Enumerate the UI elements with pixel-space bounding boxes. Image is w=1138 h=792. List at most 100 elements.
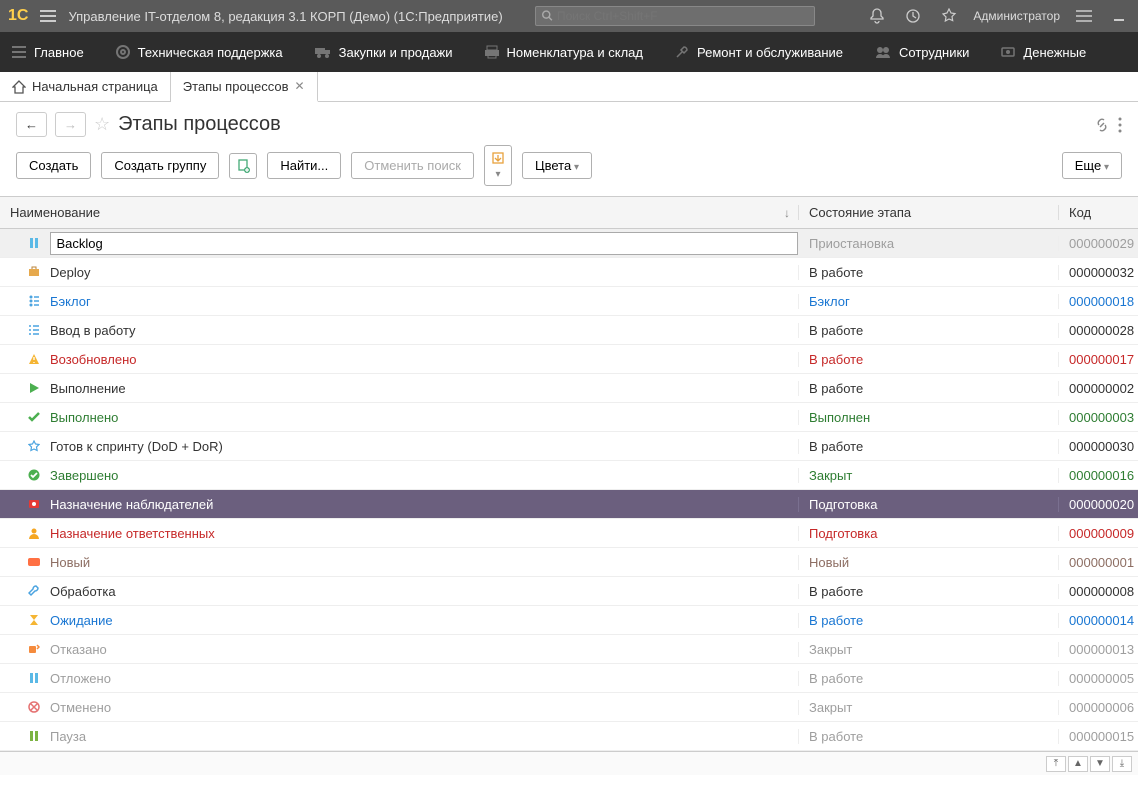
- row-icon: [26, 728, 42, 744]
- cell-state: Закрыт: [798, 642, 1058, 657]
- table-row[interactable]: Отложено В работе000000005: [0, 664, 1138, 693]
- nav-label: Техническая поддержка: [138, 45, 283, 60]
- copy-button[interactable]: [229, 153, 257, 179]
- table-body: Приостановка 000000029 DeployВ работе000…: [0, 229, 1138, 751]
- column-header-code[interactable]: Код: [1058, 205, 1138, 220]
- table-row[interactable]: Назначение наблюдателейПодготовка0000000…: [0, 490, 1138, 519]
- forward-button[interactable]: →: [55, 112, 86, 137]
- tab-close-icon[interactable]: ✕: [295, 79, 305, 93]
- row-icon: [26, 438, 42, 454]
- cell-name-text: Бэклог: [50, 294, 91, 309]
- cell-name-text: Deploy: [50, 265, 90, 280]
- table-row[interactable]: ОтказаноЗакрыт000000013: [0, 635, 1138, 664]
- cell-state: Бэклог: [798, 294, 1058, 309]
- global-search-input[interactable]: [557, 9, 808, 23]
- window-minimize-icon[interactable]: [1108, 9, 1130, 23]
- find-button[interactable]: Найти...: [267, 152, 341, 179]
- nav-repair[interactable]: Ремонт и обслуживание: [671, 45, 847, 60]
- cell-code: 000000008: [1058, 584, 1138, 599]
- star-icon[interactable]: [937, 8, 961, 24]
- nav-tech-support[interactable]: Техническая поддержка: [112, 45, 287, 60]
- tab-process-stages[interactable]: Этапы процессов ✕: [171, 72, 318, 102]
- titlebar: 1С Управление IT-отделом 8, редакция 3.1…: [0, 0, 1138, 32]
- table-row[interactable]: ОтмененоЗакрыт000000006: [0, 693, 1138, 722]
- cell-state: Подготовка: [798, 526, 1058, 541]
- page-header: ← → ☆ Этапы процессов: [0, 102, 1138, 145]
- import-dropdown-button[interactable]: [484, 145, 512, 186]
- table-row[interactable]: ВыполненоВыполнен000000003: [0, 403, 1138, 432]
- cell-state: В работе: [798, 671, 1058, 686]
- table-row[interactable]: ВозобновленоВ работе000000017: [0, 345, 1138, 374]
- app-logo: 1С: [8, 7, 28, 25]
- nav-label: Ремонт и обслуживание: [697, 45, 843, 60]
- scroll-top-icon[interactable]: ⤒: [1046, 756, 1066, 772]
- cell-code: 000000030: [1058, 439, 1138, 454]
- cell-code: 000000005: [1058, 671, 1138, 686]
- nav-label: Номенклатура и склад: [507, 45, 643, 60]
- table-row[interactable]: ЗавершеноЗакрыт000000016: [0, 461, 1138, 490]
- table-row[interactable]: ПаузаВ работе000000015: [0, 722, 1138, 751]
- cell-name-text: Ожидание: [50, 613, 113, 628]
- cell-code: 000000015: [1058, 729, 1138, 744]
- cell-name-text: Обработка: [50, 584, 116, 599]
- table-row-editing[interactable]: Приостановка 000000029: [0, 229, 1138, 258]
- hamburger-icon[interactable]: [40, 10, 56, 22]
- table-row[interactable]: БэклогБэклог000000018: [0, 287, 1138, 316]
- table-row[interactable]: Назначение ответственныхПодготовка000000…: [0, 519, 1138, 548]
- nav-money[interactable]: Денежные: [997, 45, 1090, 60]
- scroll-up-icon[interactable]: ▲: [1068, 756, 1088, 772]
- create-group-button[interactable]: Создать группу: [101, 152, 219, 179]
- row-icon: [26, 525, 42, 541]
- column-header-state[interactable]: Состояние этапа: [798, 205, 1058, 220]
- tab-home[interactable]: Начальная страница: [0, 72, 171, 101]
- name-edit-input[interactable]: [50, 232, 799, 255]
- cell-code: 000000032: [1058, 265, 1138, 280]
- nav-employees[interactable]: Сотрудники: [871, 45, 973, 60]
- back-button[interactable]: ←: [16, 112, 47, 137]
- favorite-star-icon[interactable]: ☆: [94, 114, 110, 135]
- colors-dropdown-button[interactable]: Цвета: [522, 152, 592, 179]
- link-icon[interactable]: [1094, 117, 1110, 133]
- cell-name-text: Отложено: [50, 671, 111, 686]
- truck-icon: [315, 46, 331, 58]
- cell-name-text: Назначение ответственных: [50, 526, 215, 541]
- nav-main[interactable]: Главное: [8, 45, 88, 60]
- settings-lines-icon[interactable]: [1072, 10, 1096, 22]
- pause-icon: [26, 235, 42, 251]
- cell-name-text: Готов к спринту (DoD + DoR): [50, 439, 223, 454]
- printer-icon: [485, 45, 499, 59]
- table-row[interactable]: DeployВ работе000000032: [0, 258, 1138, 287]
- table-row[interactable]: Готов к спринту (DoD + DoR)В работе00000…: [0, 432, 1138, 461]
- create-button[interactable]: Создать: [16, 152, 91, 179]
- repair-icon: [675, 45, 689, 59]
- cell-name-text: Отменено: [50, 700, 111, 715]
- cell-state: Приостановка: [798, 236, 1058, 251]
- table-row[interactable]: Ввод в работуВ работе000000028: [0, 316, 1138, 345]
- more-dropdown-button[interactable]: Еще: [1062, 152, 1122, 179]
- lines-icon: [12, 46, 26, 58]
- cell-state: В работе: [798, 352, 1058, 367]
- people-icon: [875, 46, 891, 58]
- row-icon: [26, 351, 42, 367]
- username-label[interactable]: Администратор: [973, 9, 1060, 23]
- more-vertical-icon[interactable]: [1118, 117, 1122, 133]
- table-row[interactable]: ОбработкаВ работе000000008: [0, 577, 1138, 606]
- column-header-name[interactable]: Наименование ↓: [0, 205, 798, 220]
- lifebuoy-icon: [116, 45, 130, 59]
- bell-icon[interactable]: [865, 8, 889, 24]
- cell-state: Закрыт: [798, 468, 1058, 483]
- cell-state: В работе: [798, 729, 1058, 744]
- cancel-find-button[interactable]: Отменить поиск: [351, 152, 474, 179]
- table-row[interactable]: ОжиданиеВ работе000000014: [0, 606, 1138, 635]
- nav-purchases[interactable]: Закупки и продажи: [311, 45, 457, 60]
- scroll-bottom-icon[interactable]: ⤓: [1112, 756, 1132, 772]
- history-icon[interactable]: [901, 8, 925, 24]
- nav-nomenclature[interactable]: Номенклатура и склад: [481, 45, 647, 60]
- global-search[interactable]: [535, 6, 815, 26]
- table-row[interactable]: ВыполнениеВ работе000000002: [0, 374, 1138, 403]
- scroll-down-icon[interactable]: ▼: [1090, 756, 1110, 772]
- nav-label: Сотрудники: [899, 45, 969, 60]
- cell-code: 000000013: [1058, 642, 1138, 657]
- table-row[interactable]: НовыйНовый000000001: [0, 548, 1138, 577]
- row-icon: [26, 641, 42, 657]
